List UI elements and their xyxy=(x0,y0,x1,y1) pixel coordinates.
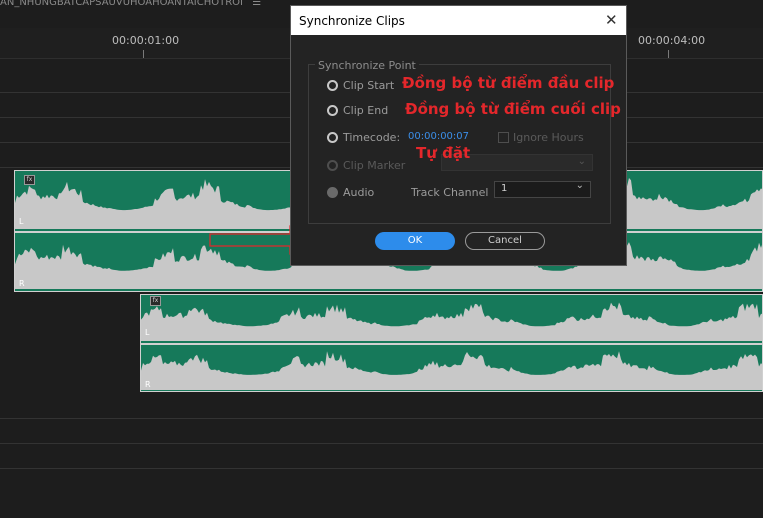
ignore-hours-label: Ignore Hours xyxy=(513,131,584,144)
audio-clip-2[interactable] xyxy=(140,294,763,392)
timecode-radio[interactable] xyxy=(327,132,338,143)
clip-end-label[interactable]: Clip End xyxy=(343,104,388,117)
close-icon[interactable]: ✕ xyxy=(605,11,618,29)
track-channel-select[interactable]: 1 ⌄ xyxy=(494,180,591,198)
timecode-label[interactable]: Timecode: xyxy=(343,131,400,144)
sequence-name: AN_NHUNGBATCAPSAUVUHOAHOANTAICHOTROI xyxy=(0,0,243,8)
ruler-timecode-1: 00:00:01:00 xyxy=(112,34,180,47)
clip-marker-label: Clip Marker xyxy=(343,159,406,172)
track-channel-label: Track Channel xyxy=(411,186,489,199)
channel-label-right: R xyxy=(19,279,25,288)
fx-badge[interactable]: fx xyxy=(150,296,161,306)
sequence-tab-label[interactable]: AN_NHUNGBATCAPSAUVUHOAHOANTAICHOTROI ☰ xyxy=(0,0,261,8)
track-channel-value: 1 xyxy=(501,183,508,194)
channel-label-right: R xyxy=(145,380,151,389)
clip-start-label[interactable]: Clip Start xyxy=(343,79,394,92)
timecode-annotation: Tự đặt xyxy=(416,144,471,162)
audio-radio[interactable] xyxy=(327,187,338,198)
synchronize-clips-dialog: Synchronize Clips ✕ Synchronize Point Cl… xyxy=(290,5,627,266)
track-divider xyxy=(0,418,763,419)
cancel-button[interactable]: Cancel xyxy=(465,232,545,250)
clip-start-annotation: Đồng bộ từ điểm đầu clip xyxy=(402,74,615,92)
synchronize-point-label: Synchronize Point xyxy=(315,59,419,72)
clip-marker-radio[interactable] xyxy=(327,160,338,171)
ok-button[interactable]: OK xyxy=(375,232,455,250)
channel-label-left: L xyxy=(19,217,24,226)
track-divider xyxy=(0,468,763,469)
clip-end-annotation: Đồng bộ từ điểm cuối clip xyxy=(405,100,621,118)
audio-clip-2-waveform xyxy=(141,302,762,390)
timecode-value[interactable]: 00:00:00:07 xyxy=(408,131,469,142)
fx-badge[interactable]: fx xyxy=(24,175,35,185)
hamburger-icon[interactable]: ☰ xyxy=(252,0,261,8)
chevron-down-icon: ⌄ xyxy=(577,156,586,167)
ruler-tick xyxy=(668,50,669,58)
audio-label[interactable]: Audio xyxy=(343,186,374,199)
chevron-down-icon: ⌄ xyxy=(575,180,584,191)
clip-start-radio[interactable] xyxy=(327,80,338,91)
ruler-tick xyxy=(143,50,144,58)
clip-end-radio[interactable] xyxy=(327,105,338,116)
channel-label-left: L xyxy=(145,328,150,337)
dialog-title: Synchronize Clips xyxy=(299,14,405,28)
track-divider xyxy=(0,443,763,444)
ruler-timecode-2: 00:00:04:00 xyxy=(638,34,706,47)
ignore-hours-checkbox[interactable] xyxy=(498,132,509,143)
